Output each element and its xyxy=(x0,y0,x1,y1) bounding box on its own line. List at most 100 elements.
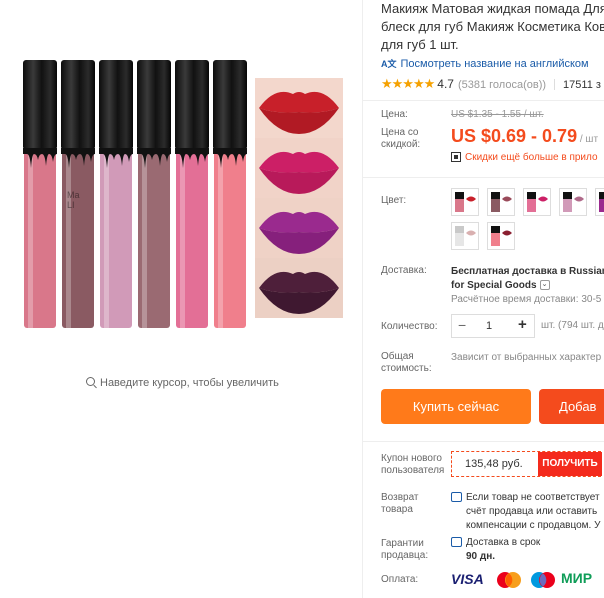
drip-logo xyxy=(99,148,133,168)
mir-logo: МИР xyxy=(561,570,593,586)
discount-price-value: US $0.69 - 0.79 xyxy=(451,126,578,146)
color-option[interactable] xyxy=(451,222,479,250)
lips-swatch-red xyxy=(255,78,343,138)
drip-logo xyxy=(23,148,57,168)
discount-price: US $0.69 - 0.79 / шт xyxy=(451,126,598,147)
buy-now-button[interactable]: Купить сейчас xyxy=(381,389,531,424)
price-label: Цена: xyxy=(381,109,408,120)
guarantee-line: Доставка в срок xyxy=(451,536,540,550)
product-info-panel: Макияж Матовая жидкая помада Для блеск д… xyxy=(363,0,604,598)
guarantee-label-line: продавца: xyxy=(381,550,429,561)
divider xyxy=(363,177,604,178)
returns-label: Возврат товара xyxy=(381,492,419,516)
get-coupon-button[interactable]: ПОЛУЧИТЬ xyxy=(538,452,602,476)
rating-value: 4.7 xyxy=(437,77,454,91)
total-label-line: стоимость: xyxy=(381,363,432,374)
returns-text: Если товар не соответствует xyxy=(466,492,600,503)
product-main-image[interactable]: Ma LI xyxy=(23,60,343,335)
tube-body-4 xyxy=(138,146,170,328)
payment-label: Оплата: xyxy=(381,574,419,585)
return-policy-icon xyxy=(451,492,462,503)
shipping-method-line: for Special Goods ⌄ xyxy=(451,279,604,293)
stock-info: шт. (794 шт. д xyxy=(541,320,604,331)
drip-logo xyxy=(213,148,247,168)
coupon-amount: 135,48 руб. xyxy=(465,458,523,470)
guarantee-label-line: Гарантии xyxy=(381,538,424,549)
new-user-coupon: 135,48 руб. ПОЛУЧИТЬ xyxy=(451,451,602,477)
color-option-thumb xyxy=(455,226,476,246)
votes-count[interactable]: (5381 голоса(ов)) xyxy=(458,79,546,91)
color-option[interactable] xyxy=(487,188,515,216)
color-option-thumb xyxy=(527,192,548,212)
shipping-method-line: Бесплатная доставка в Russian xyxy=(451,266,604,277)
returns-line: счёт продавца или оставить xyxy=(466,506,598,517)
lipstick-tube: Ma LI xyxy=(61,60,95,328)
tube-cap xyxy=(61,60,95,148)
color-option[interactable] xyxy=(559,188,587,216)
separator xyxy=(554,79,556,91)
color-option-thumb xyxy=(455,192,476,212)
tube-body-6 xyxy=(214,146,246,328)
coupon-label-line: Купон нового xyxy=(381,453,442,464)
product-gallery-panel: Ma LI Наведите курсор, чтобы увеличить xyxy=(0,0,362,598)
returns-line: компенсации с продавцом. У xyxy=(466,520,601,531)
tube-cap xyxy=(23,60,57,148)
old-price: US $1.35 - 1.55 / шт. xyxy=(451,109,544,120)
quantity-increase-button[interactable]: + xyxy=(518,316,527,333)
drip-logo xyxy=(61,148,95,168)
color-option[interactable] xyxy=(451,188,479,216)
product-title-line: Макияж Матовая жидкая помада Для xyxy=(381,1,604,16)
tube-cap xyxy=(137,60,171,148)
color-label: Цвет: xyxy=(381,195,407,206)
translate-link-text: Посмотреть название на английском xyxy=(400,58,589,70)
coupon-label: Купон нового пользователя xyxy=(381,453,444,477)
tube-cap xyxy=(213,60,247,148)
quantity-stepper: − 1 + xyxy=(451,314,535,338)
lips-swatch-pink xyxy=(255,138,343,198)
mastercard-logo xyxy=(497,572,521,588)
shipping-label: Доставка: xyxy=(381,265,427,276)
product-title: Макияж Матовая жидкая помада Для блеск д… xyxy=(381,0,604,54)
color-option-thumb xyxy=(491,226,512,246)
qr-code-icon xyxy=(451,152,461,163)
tube-body-3 xyxy=(100,146,132,328)
drip-logo xyxy=(175,148,209,168)
add-to-cart-button[interactable]: Добав xyxy=(539,389,604,424)
tube-body-5 xyxy=(176,146,208,328)
visa-logo: VISA xyxy=(451,571,484,587)
discount-label-line: Цена со xyxy=(381,127,419,138)
quantity-decrease-button[interactable]: − xyxy=(458,317,466,333)
tube-cap xyxy=(175,60,209,148)
translate-link[interactable]: A文 Посмотреть название на английском xyxy=(381,57,589,70)
color-option[interactable] xyxy=(595,188,604,216)
drip-logo xyxy=(137,148,171,168)
star-rating-icon[interactable]: ★★★★★ xyxy=(381,76,435,91)
seller-guarantee: Доставка в срок 90 дн. xyxy=(451,536,540,564)
coupon-label-line: пользователя xyxy=(381,465,445,476)
tube-label: Ma LI xyxy=(67,190,80,210)
lipstick-tube xyxy=(137,60,171,328)
discount-label-line: скидкой: xyxy=(381,139,421,150)
price-unit: / шт xyxy=(577,134,599,145)
quantity-input[interactable]: 1 xyxy=(486,320,492,332)
shield-icon xyxy=(451,537,462,548)
shipping-method[interactable]: Бесплатная доставка в Russian for Specia… xyxy=(451,265,604,293)
app-promo[interactable]: Скидки ещё больше в прило xyxy=(451,152,598,163)
zoom-hint: Наведите курсор, чтобы увеличить xyxy=(86,377,279,389)
color-option-thumb xyxy=(491,192,512,212)
color-option[interactable] xyxy=(523,188,551,216)
total-value: Зависит от выбранных характер xyxy=(451,352,602,363)
zoom-hint-text: Наведите курсор, чтобы увеличить xyxy=(100,377,279,389)
chevron-down-icon[interactable]: ⌄ xyxy=(539,280,550,291)
lipstick-tube xyxy=(213,60,247,328)
tube-cap xyxy=(99,60,133,148)
orders-count: 17511 з xyxy=(563,79,601,91)
color-option[interactable] xyxy=(487,222,515,250)
guarantee-days: 90 дн. xyxy=(466,551,496,562)
divider xyxy=(363,441,604,442)
color-option-thumb xyxy=(563,192,584,212)
rating-row: ★★★★★ 4.7 (5381 голоса(ов)) 17511 з xyxy=(381,76,601,92)
tube-body-1 xyxy=(24,146,56,328)
lipstick-tube xyxy=(99,60,133,328)
app-promo-text: Скидки ещё больше в прило xyxy=(465,152,598,163)
